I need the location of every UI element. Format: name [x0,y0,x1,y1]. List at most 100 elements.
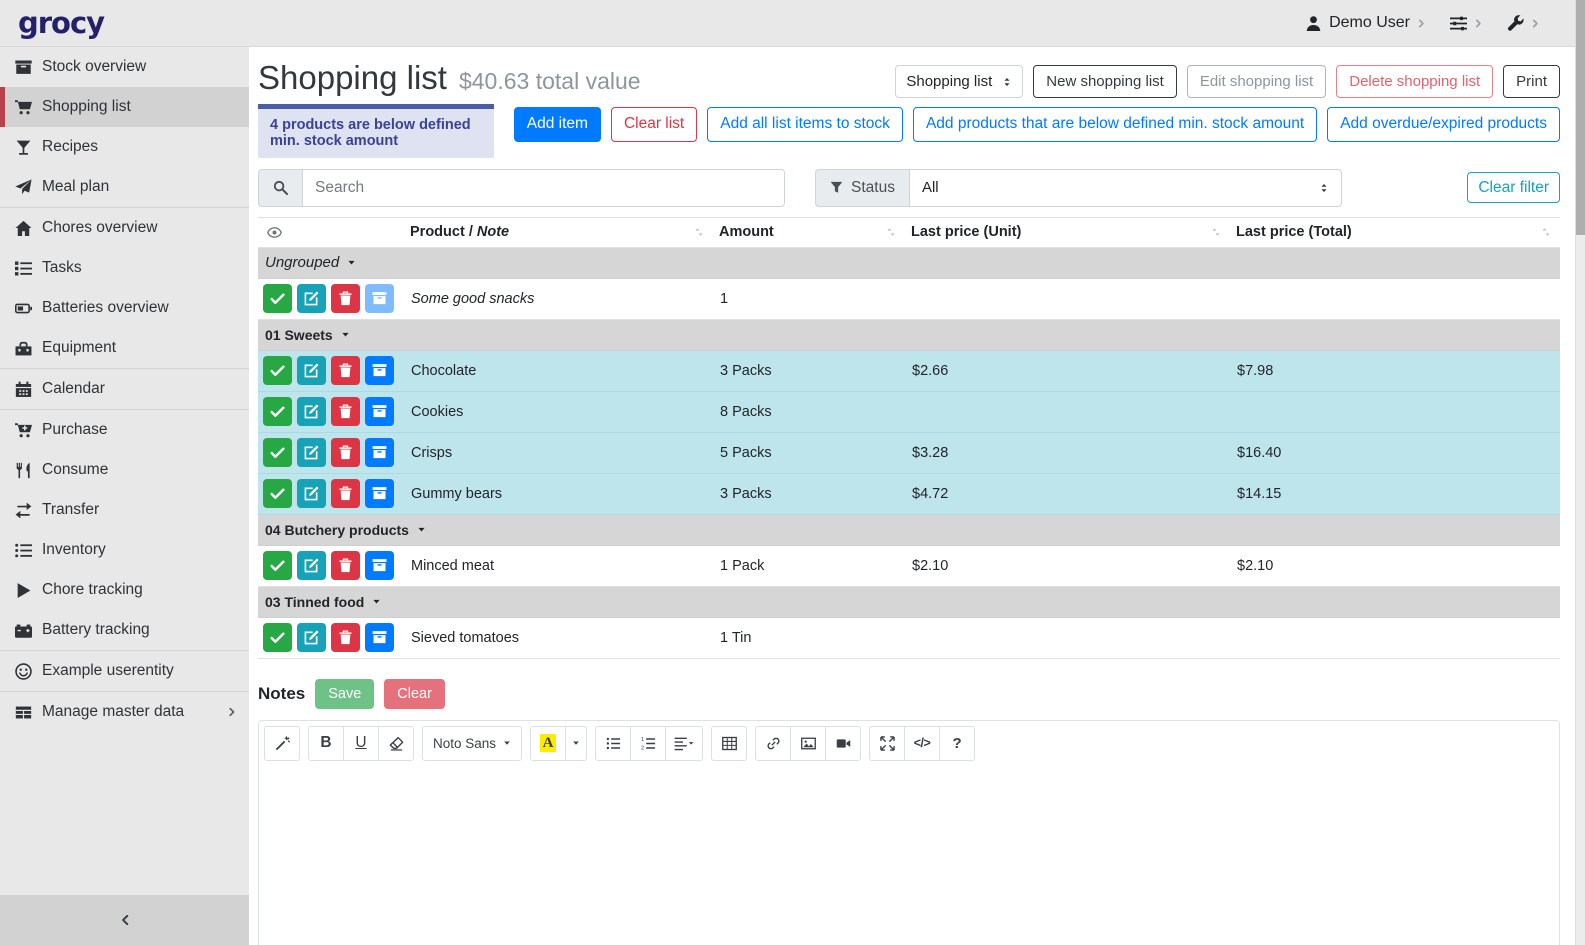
toolbar-paragraph-button[interactable] [665,726,703,761]
scrollbar-thumb[interactable] [1576,0,1585,235]
sidebar-item-transfer[interactable]: Transfer [0,490,249,530]
notes-editor-area[interactable] [259,766,1559,945]
sidebar-item-battery-tracking[interactable]: Battery tracking [0,610,249,650]
search-input[interactable] [302,169,785,207]
notes-save-button[interactable]: Save [315,679,374,709]
done-button[interactable] [263,623,292,652]
add-item-button[interactable]: Add item [514,107,601,142]
app-logo[interactable]: grocy [18,6,104,40]
delete-shopping-list-button[interactable]: Delete shopping list [1336,65,1493,98]
delete-button[interactable] [331,623,360,652]
sidebar-item-stock-overview[interactable]: Stock overview [0,47,249,87]
delete-button[interactable] [331,356,360,385]
toolbar-fullscreen-button[interactable] [869,726,905,761]
toolbar-video-button[interactable] [825,726,861,761]
sidebar-item-label: Manage master data [42,703,184,721]
sidebar-item-batteries-overview[interactable]: Batteries overview [0,288,249,328]
print-button[interactable]: Print [1503,65,1560,98]
toolbar-ordered-list-button[interactable]: 12 [630,726,666,761]
toolbar-underline-button[interactable]: U [343,726,379,761]
sidebar-item-inventory[interactable]: Inventory [0,530,249,570]
sidebar-item-consume[interactable]: Consume [0,450,249,490]
toolbar-eraser-button[interactable] [378,726,414,761]
admin-menu[interactable] [1507,15,1540,32]
clear-filter-button[interactable]: Clear filter [1467,172,1560,203]
user-menu[interactable]: Demo User [1305,14,1426,32]
done-button[interactable] [263,284,292,313]
add-to-stock-button[interactable] [365,551,394,580]
sidebar-item-calendar[interactable]: Calendar [0,369,249,409]
sidebar-item-chores-overview[interactable]: Chores overview [0,208,249,248]
toolbar-font-color-button[interactable]: A [530,726,566,761]
sidebar-item-recipes[interactable]: Recipes [0,127,249,167]
add-products-that-are-below-defined-min-stock-amount-button[interactable]: Add products that are below defined min.… [913,107,1317,142]
add-to-stock-button[interactable] [365,397,394,426]
group-header-01-sweets[interactable]: 01 Sweets [258,320,1560,351]
status-select[interactable]: All [909,169,1342,207]
edit-button[interactable] [297,551,326,580]
delete-button[interactable] [331,284,360,313]
edit-button[interactable] [297,356,326,385]
sidebar-item-label: Equipment [42,339,116,357]
toolbar-bold-button[interactable]: B [308,726,344,761]
sidebar-item-manage-master-data[interactable]: Manage master data [0,692,249,732]
toolbar-unordered-list-button[interactable] [595,726,631,761]
toolbar-link-button[interactable] [755,726,791,761]
status-filter-label: Status [815,169,909,207]
edit-button[interactable] [297,284,326,313]
edit-button[interactable] [297,623,326,652]
sidebar-item-shopping-list[interactable]: Shopping list [0,87,249,127]
toolbar-code-view-button[interactable]: </> [904,726,940,761]
column-header-last-price-unit[interactable]: Last price (Unit) [905,224,1230,240]
sidebar-item-equipment[interactable]: Equipment [0,328,249,368]
check-icon [270,404,285,419]
column-header-amount[interactable]: Amount [713,224,905,240]
edit-button[interactable] [297,479,326,508]
done-button[interactable] [263,438,292,467]
done-button[interactable] [263,356,292,385]
sidebar-item-meal-plan[interactable]: Meal plan [0,167,249,207]
new-shopping-list-button[interactable]: New shopping list [1033,65,1177,98]
add-to-stock-button[interactable] [365,356,394,385]
done-button[interactable] [263,479,292,508]
add-all-list-items-to-stock-button[interactable]: Add all list items to stock [707,107,903,142]
toolbar-font-select-button[interactable]: Noto Sans [422,726,522,761]
sidebar-item-purchase[interactable]: Purchase [0,410,249,450]
delete-button[interactable] [331,479,360,508]
toolbar-help-button[interactable]: ? [939,726,975,761]
done-button[interactable] [263,551,292,580]
column-header-product[interactable]: Product / Note [404,224,713,240]
sidebar-item-example-userentity[interactable]: Example userentity [0,651,249,691]
add-to-stock-button[interactable] [365,284,394,313]
sidebar-collapse-button[interactable] [0,895,249,945]
add-to-stock-button[interactable] [365,479,394,508]
total-value: $40.63 total value [459,68,641,95]
edit-button[interactable] [297,438,326,467]
clear-list-button[interactable]: Clear list [611,107,697,142]
edit-shopping-list-button[interactable]: Edit shopping list [1187,65,1326,98]
group-header-04-butchery-products[interactable]: 04 Butchery products [258,515,1560,546]
stock-box-icon [372,486,387,501]
toolbar-table-grid-button[interactable] [711,726,747,761]
group-header-ungrouped[interactable]: Ungrouped [258,248,1560,279]
sidebar-item-tasks[interactable]: Tasks [0,248,249,288]
delete-button[interactable] [331,551,360,580]
add-to-stock-button[interactable] [365,438,394,467]
edit-button[interactable] [297,397,326,426]
delete-button[interactable] [331,397,360,426]
settings-menu[interactable] [1450,15,1483,32]
delete-button[interactable] [331,438,360,467]
add-overdue-expired-products-button[interactable]: Add overdue/expired products [1327,107,1560,142]
shopping-list-select[interactable]: Shopping list [895,65,1023,98]
group-header-03-tinned-food[interactable]: 03 Tinned food [258,587,1560,618]
done-button[interactable] [263,397,292,426]
toolbar-picture-button[interactable] [790,726,826,761]
toolbar-magic-wand-button[interactable] [264,726,300,761]
add-to-stock-button[interactable] [365,623,394,652]
column-header-last-price-total[interactable]: Last price (Total) [1230,224,1560,240]
check-icon [270,558,285,573]
sidebar-item-chore-tracking[interactable]: Chore tracking [0,570,249,610]
notes-clear-button[interactable]: Clear [384,679,445,709]
toolbar-font-color-caret-button[interactable] [565,726,587,761]
total-price-cell: $7.98 [1230,363,1560,379]
